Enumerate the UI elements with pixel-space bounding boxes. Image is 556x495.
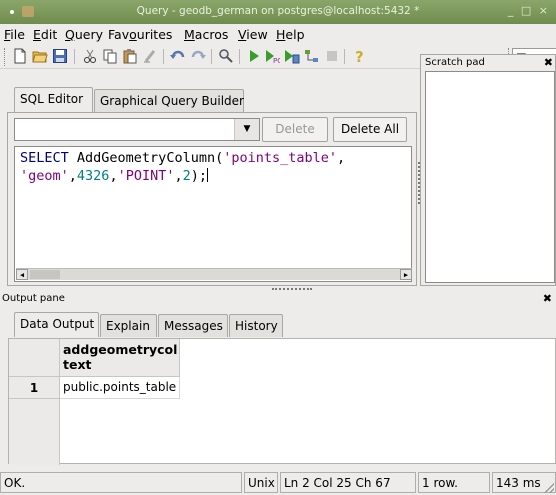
tab-explain[interactable]: Explain xyxy=(100,314,157,337)
svg-text:?: ? xyxy=(355,48,364,64)
tab-data-output[interactable]: Data Output xyxy=(14,312,99,337)
editor-horizontal-scrollbar[interactable]: ◀ ▶ xyxy=(16,268,412,280)
pane-splitter-horizontal[interactable] xyxy=(272,288,312,290)
explain-icon[interactable] xyxy=(304,48,320,64)
column-type: text xyxy=(63,357,92,372)
scroll-right-icon[interactable]: ▶ xyxy=(400,269,412,280)
tab-history[interactable]: History xyxy=(229,314,283,337)
cut-icon[interactable] xyxy=(82,48,98,64)
sql-string: 'points_table' xyxy=(223,150,338,166)
query-window: Query - geodb_german on postgres@localho… xyxy=(0,0,556,495)
execute-pgscript-icon[interactable]: PG xyxy=(264,48,280,64)
favourites-combo[interactable]: ▼ xyxy=(14,118,260,141)
row-header-area xyxy=(9,399,60,465)
scratch-pad-title: Scratch pad xyxy=(425,57,485,68)
text-caret xyxy=(207,168,209,182)
sql-string: 'POINT' xyxy=(117,168,175,184)
status-bar: OK. Unix Ln 2 Col 25 Ch 67 1 row. 143 ms xyxy=(0,470,556,495)
sql-punct: , xyxy=(68,168,77,184)
sql-keyword: SELECT xyxy=(20,150,69,166)
sql-number: 4326 xyxy=(76,168,110,184)
scrollbar-thumb[interactable] xyxy=(30,270,60,279)
tab-messages[interactable]: Messages xyxy=(158,314,228,337)
sql-number: 2 xyxy=(182,168,191,184)
menu-edit[interactable]: Edit xyxy=(33,27,57,42)
scroll-left-icon[interactable]: ◀ xyxy=(16,269,28,280)
sql-string: 'geom' xyxy=(20,168,69,184)
menu-file[interactable]: File xyxy=(4,27,25,42)
redo-icon[interactable] xyxy=(190,48,206,64)
output-pane-title: Output pane xyxy=(2,293,65,304)
cancel-query-icon xyxy=(327,51,337,61)
editor-line-2: 'geom',4326,'POINT',2); xyxy=(20,168,209,184)
data-output-grid[interactable]: addgeometrycol text 1 public.points_table xyxy=(8,338,556,465)
undo-icon[interactable] xyxy=(170,48,186,64)
new-file-icon[interactable] xyxy=(12,48,28,64)
toolbar-separator xyxy=(344,49,345,64)
sql-punct: ); xyxy=(190,168,208,184)
sql-function: AddGeometryColumn( xyxy=(68,150,224,166)
output-pane-header: Output pane ✖ xyxy=(0,292,556,306)
delete-button[interactable]: Delete xyxy=(262,117,328,142)
row-header[interactable]: 1 xyxy=(9,377,60,399)
menu-bar: File Edit Query Favourites Macros View H… xyxy=(0,24,556,44)
status-message: OK. xyxy=(0,472,242,493)
menu-query[interactable]: Query xyxy=(65,27,103,42)
delete-all-button[interactable]: Delete All xyxy=(333,117,407,142)
scratch-pad-textarea[interactable] xyxy=(425,71,555,283)
status-cursor-position: Ln 2 Col 25 Ch 67 xyxy=(280,472,416,493)
toolbar-separator xyxy=(239,49,240,64)
title-bar: Query - geodb_german on postgres@localho… xyxy=(0,0,556,24)
help-icon[interactable]: ? xyxy=(351,48,367,64)
open-folder-icon[interactable] xyxy=(32,48,48,64)
sql-punct: , xyxy=(337,150,346,166)
tab-graphical-query-builder[interactable]: Graphical Query Builder xyxy=(94,89,244,112)
close-icon[interactable]: ✖ xyxy=(543,292,552,305)
sql-editor[interactable]: SELECT AddGeometryColumn('points_table',… xyxy=(14,146,412,282)
menu-view[interactable]: View xyxy=(238,27,268,42)
resize-grip-icon[interactable] xyxy=(544,483,554,493)
scratch-pad-panel: Scratch pad ✖ xyxy=(420,54,556,286)
execute-icon[interactable] xyxy=(246,48,262,64)
toolbar-grip[interactable] xyxy=(4,48,6,66)
menu-macros[interactable]: Macros xyxy=(184,27,228,42)
status-line-ending: Unix xyxy=(244,472,278,493)
window-controls[interactable]: _ □ × xyxy=(508,4,550,17)
menu-favourites[interactable]: Favourites xyxy=(108,27,172,42)
save-icon[interactable] xyxy=(52,48,68,64)
toolbar-separator xyxy=(74,49,75,64)
chevron-down-icon[interactable]: ▼ xyxy=(234,119,259,140)
status-row-count: 1 row. xyxy=(418,472,490,493)
clear-icon[interactable] xyxy=(142,48,158,64)
close-icon[interactable]: ✖ xyxy=(544,56,553,69)
column-name: addgeometrycol xyxy=(63,342,178,357)
window-title: Query - geodb_german on postgres@localho… xyxy=(136,5,420,17)
find-icon[interactable] xyxy=(218,48,234,64)
copy-icon[interactable] xyxy=(102,48,118,64)
toolbar-separator xyxy=(163,49,164,64)
column-header[interactable]: addgeometrycol text xyxy=(60,339,180,377)
paste-icon[interactable] xyxy=(122,48,138,64)
editor-line-1: SELECT AddGeometryColumn('points_table', xyxy=(20,150,345,166)
sql-punct: , xyxy=(109,168,118,184)
tab-sql-editor[interactable]: SQL Editor xyxy=(14,87,93,112)
toolbar-separator xyxy=(211,49,212,64)
menu-help[interactable]: Help xyxy=(276,27,305,42)
sql-punct: , xyxy=(174,168,183,184)
grid-corner[interactable] xyxy=(9,339,60,377)
execute-to-file-icon[interactable] xyxy=(284,48,300,64)
svg-text:PG: PG xyxy=(273,57,280,64)
table-cell[interactable]: public.points_table xyxy=(60,377,180,399)
